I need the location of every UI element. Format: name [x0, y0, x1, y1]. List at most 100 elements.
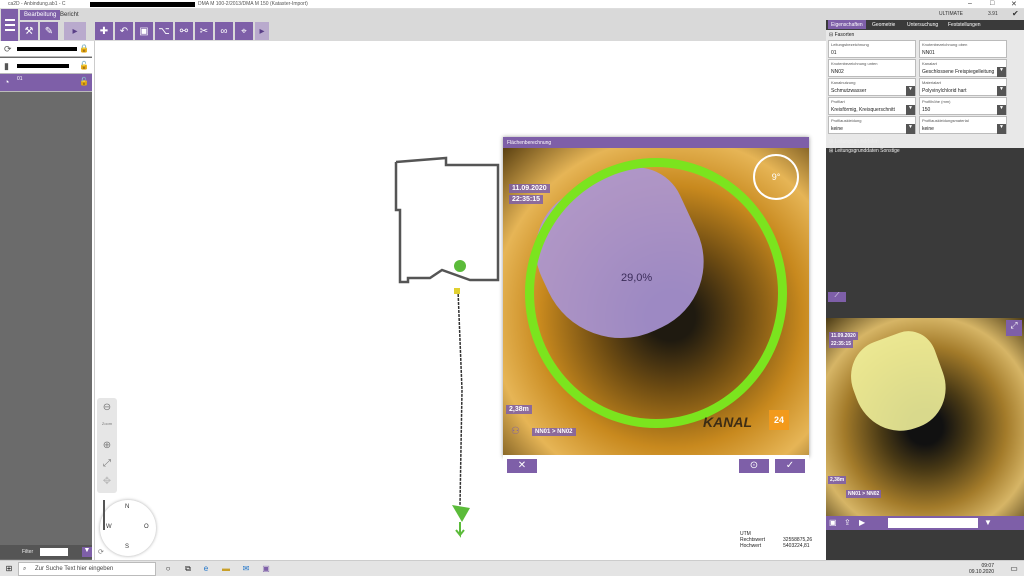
- tool-measure-icon[interactable]: ⌖: [235, 22, 253, 40]
- filter-icon[interactable]: ▼: [984, 518, 992, 527]
- toolbar-expand-button[interactable]: ▸: [64, 22, 86, 40]
- expand-video-icon[interactable]: ⤢: [1006, 320, 1022, 336]
- field-value: keine: [831, 126, 843, 132]
- windows-start-icon[interactable]: ⊞: [3, 563, 15, 575]
- manhole-node-nn02: [452, 505, 470, 522]
- tab-inspection[interactable]: Untersuchung: [904, 20, 941, 29]
- tool-pipe-icon[interactable]: ⚒: [20, 22, 38, 40]
- timeline-slider[interactable]: [888, 518, 978, 528]
- tab-edit[interactable]: Bearbeitung: [20, 10, 61, 20]
- zoom-in-icon[interactable]: ⊕: [100, 440, 114, 454]
- field-label: Profilauskleidungsmaterial: [922, 118, 969, 123]
- unlock-icon[interactable]: 🔓: [79, 61, 89, 70]
- section-fasorten[interactable]: ⊟ Fasorten: [829, 32, 854, 38]
- field-label: Kanalnutzung: [831, 80, 856, 85]
- app-icon[interactable]: ▣: [260, 563, 272, 575]
- field-label: Knotenbezeichnung oben: [922, 42, 968, 47]
- lock-icon[interactable]: 🔒: [79, 44, 89, 53]
- layer-item[interactable]: ⟳ 🔒: [0, 41, 92, 57]
- compass-rose[interactable]: N S W O: [100, 500, 156, 556]
- dropdown-arrow-icon[interactable]: ▼: [997, 67, 1006, 77]
- minimize-button[interactable]: –: [968, 0, 972, 7]
- field-lining-material[interactable]: Profilauskleidungsmaterial keine ▼: [919, 116, 1007, 134]
- toolbar-more-button[interactable]: ▸: [255, 22, 269, 40]
- explorer-icon[interactable]: ▬: [220, 563, 232, 575]
- layer-item-selected[interactable]: ◔ 01 🔓: [0, 74, 92, 92]
- compass-s: S: [125, 544, 130, 550]
- system-clock[interactable]: 09:07 09.10.2020: [969, 563, 994, 575]
- zoom-out-icon[interactable]: ⊖: [100, 402, 114, 416]
- tab-properties[interactable]: Eigenschaften: [828, 20, 866, 29]
- field-value: NN01: [922, 50, 935, 56]
- tool-link-icon[interactable]: ∞: [215, 22, 233, 40]
- inspection-video-frame[interactable]: 29,0% 11.09.2020 22:35:15 2,38m NN01 > N…: [503, 148, 809, 455]
- filter-input[interactable]: [40, 548, 68, 556]
- field-profile-height[interactable]: Profilhöhe (mm) 150 ▼: [919, 97, 1007, 115]
- preview-time: 22:35:15: [829, 340, 854, 348]
- fit-extent-icon[interactable]: ⤢: [100, 458, 114, 472]
- maximize-button[interactable]: □: [990, 0, 994, 7]
- field-node-bottom[interactable]: Knotenbezeichnung unten NN02: [828, 59, 916, 77]
- snapshot-button[interactable]: ⊙: [739, 459, 769, 473]
- confirm-button[interactable]: ✓: [775, 459, 805, 473]
- dropdown-arrow-icon[interactable]: ▼: [997, 105, 1006, 115]
- notification-icon[interactable]: ▭: [1008, 563, 1020, 575]
- tab-report[interactable]: Bericht: [56, 10, 83, 20]
- field-material[interactable]: Materialart Polyvinylchlorid hart ▼: [919, 78, 1007, 96]
- hamburger-menu-icon[interactable]: [1, 9, 18, 41]
- tool-split-icon[interactable]: ✂: [195, 22, 213, 40]
- layer-item[interactable]: ▮ 🔓: [0, 58, 92, 74]
- tool-branch-icon[interactable]: ⌥: [155, 22, 173, 40]
- filter-label: Filter: [22, 549, 34, 555]
- north-label: Hochwert: [740, 543, 762, 549]
- save-icon[interactable]: ▣: [829, 518, 837, 527]
- close-button[interactable]: ✕: [1011, 0, 1017, 8]
- refresh-icon[interactable]: ⟳: [4, 44, 12, 55]
- field-node-top[interactable]: Knotenbezeichnung oben NN01: [919, 40, 1007, 58]
- edge-icon[interactable]: e: [200, 563, 212, 575]
- area-percent: 29,0%: [621, 272, 653, 284]
- dropdown-arrow-icon[interactable]: ▼: [997, 86, 1006, 96]
- undo-icon[interactable]: ↶: [115, 22, 133, 40]
- mail-icon[interactable]: ✉: [240, 563, 252, 575]
- coordinate-readout: UTM Rechtswert 32558875,26 Hochwert 540322…: [740, 531, 812, 549]
- field-label: Profilauskleidung: [831, 118, 862, 123]
- field-profile-type[interactable]: Profilart Kreisförmig, Kreisquerschnitt ▼: [828, 97, 916, 115]
- dropdown-arrow-icon[interactable]: ▼: [906, 105, 915, 115]
- field-line-name[interactable]: Leitungsbezeichnung 01: [828, 40, 916, 58]
- pan-icon[interactable]: ✥: [100, 476, 114, 490]
- taskbar-search[interactable]: ⌕ Zur Suche Text hier eingeben: [18, 562, 156, 576]
- tab-geometry[interactable]: Geometrie: [869, 20, 898, 29]
- task-switch-icon[interactable]: ⧉: [182, 563, 194, 575]
- field-channel-type[interactable]: Kanalart Geschlossene Freispiegelleitung ▼: [919, 59, 1007, 77]
- reset-rotation-icon[interactable]: ⟳: [98, 548, 104, 556]
- video-distance: 2,38m: [506, 405, 532, 414]
- dropdown-arrow-icon[interactable]: ▼: [906, 86, 915, 96]
- edition-label: ULTIMATE: [939, 11, 963, 17]
- play-icon[interactable]: ▶: [859, 518, 865, 527]
- cancel-button[interactable]: ✕: [507, 459, 537, 473]
- redacted-layer-name: [17, 47, 77, 51]
- tool-add-icon[interactable]: ✚: [95, 22, 113, 40]
- check-icon[interactable]: ✔: [1012, 9, 1019, 18]
- field-profile-lining[interactable]: Profilauskleidung keine ▼: [828, 116, 916, 134]
- tool-connect-icon[interactable]: ⚯: [175, 22, 193, 40]
- kanal24-logo-badge: 24: [769, 410, 789, 430]
- filter-icon[interactable]: ▼: [82, 547, 92, 557]
- section-base-data[interactable]: ⊞ Leitungsgrunddaten: [829, 139, 879, 145]
- tool-node-icon[interactable]: ✎: [40, 22, 58, 40]
- dropdown-arrow-icon[interactable]: ▼: [906, 124, 915, 134]
- task-view-icon[interactable]: ○: [162, 563, 174, 575]
- zoom-label: Zoom: [101, 421, 113, 426]
- tab-findings[interactable]: Feststellungen: [945, 20, 984, 29]
- building-outline: [394, 156, 500, 284]
- upload-icon[interactable]: ⇪: [844, 518, 851, 527]
- camera-icon[interactable]: ▣: [135, 22, 153, 40]
- pipe-tool-icon[interactable]: ⟋: [828, 292, 846, 302]
- dropdown-arrow-icon[interactable]: ▼: [997, 124, 1006, 134]
- video-time: 22:35:15: [509, 195, 544, 204]
- video-preview[interactable]: 11.09.2020 22:35:15 2,38m NN01 > NN02 ⤢: [826, 318, 1024, 516]
- section-other-data[interactable]: ⊞ Leitungsgrunddaten Sonstige: [829, 148, 900, 154]
- field-channel-use[interactable]: Kanalnutzung Schmutzwasser ▼: [828, 78, 916, 96]
- unlock-icon[interactable]: 🔓: [79, 77, 89, 86]
